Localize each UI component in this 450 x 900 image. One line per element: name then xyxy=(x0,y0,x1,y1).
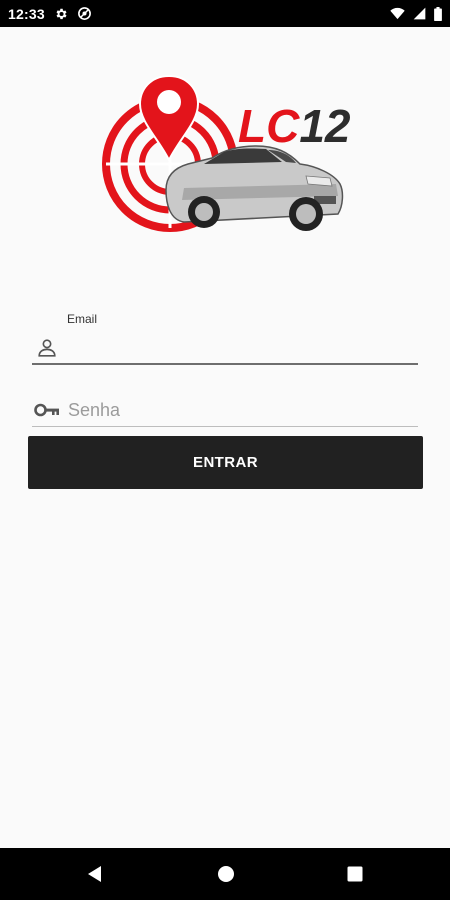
back-icon xyxy=(88,866,101,882)
app-notification-icon xyxy=(77,6,92,21)
key-icon xyxy=(34,401,60,424)
logo-graphic: LC12 xyxy=(102,74,351,232)
status-time: 12:33 xyxy=(8,5,45,22)
battery-icon xyxy=(434,6,442,21)
email-field: Email xyxy=(32,305,418,367)
app-logo: LC12 xyxy=(100,72,351,242)
person-icon xyxy=(36,337,58,364)
status-left: 12:33 xyxy=(8,6,92,22)
recents-icon xyxy=(347,866,363,882)
status-right xyxy=(390,6,442,21)
password-underline xyxy=(32,426,418,427)
status-bar: 12:33 xyxy=(0,0,450,27)
car-image xyxy=(165,145,344,231)
logo-wordmark: LC12 xyxy=(238,100,351,152)
email-label: Email xyxy=(67,312,98,326)
wifi-icon xyxy=(390,7,405,20)
recents-button[interactable] xyxy=(325,848,385,900)
home-button[interactable] xyxy=(196,848,256,900)
home-icon xyxy=(218,866,234,882)
email-input[interactable] xyxy=(68,335,413,359)
settings-icon xyxy=(54,7,68,21)
email-underline xyxy=(32,363,418,365)
cell-signal-icon xyxy=(413,7,426,20)
password-field xyxy=(32,392,418,430)
logo-text: LC12 xyxy=(238,100,350,152)
login-button[interactable]: ENTRAR xyxy=(28,436,423,489)
password-input[interactable] xyxy=(68,398,413,422)
back-button[interactable] xyxy=(65,848,125,900)
navigation-bar xyxy=(0,848,450,900)
